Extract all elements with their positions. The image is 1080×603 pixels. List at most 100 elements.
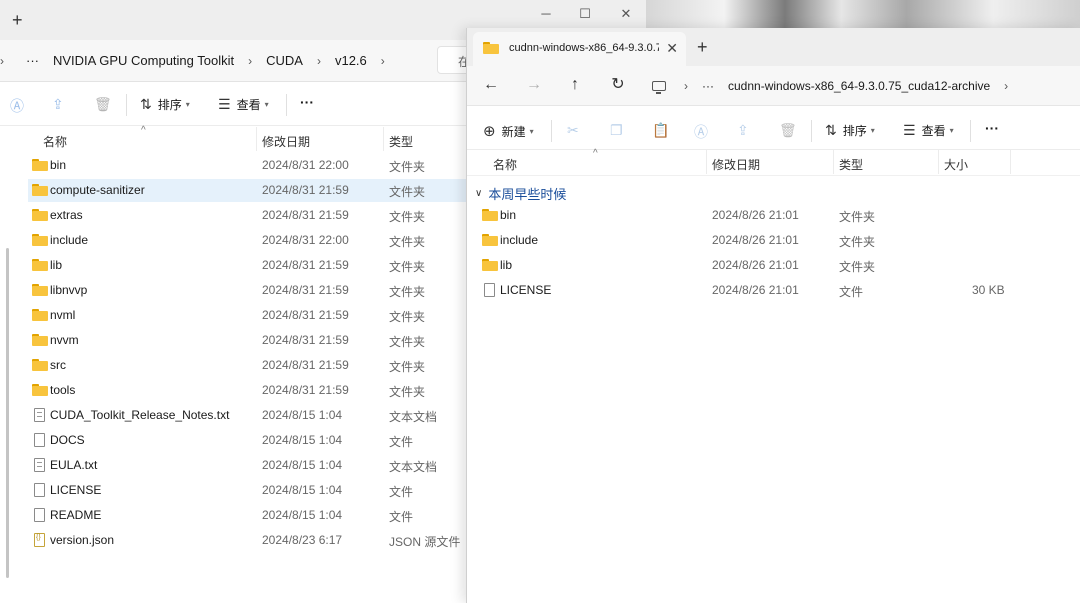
more-options-button[interactable]: ··· <box>300 94 314 110</box>
up-arrow-icon[interactable]: ↑ <box>564 75 586 95</box>
column-type[interactable]: 类型 <box>389 133 413 150</box>
json-file-icon <box>34 533 45 547</box>
column-name[interactable]: 名称 <box>43 133 67 150</box>
file-name: bin <box>500 208 517 222</box>
file-row[interactable]: nvml 2024/8/31 21:59 文件夹 <box>0 304 466 327</box>
file-row[interactable]: extras 2024/8/31 21:59 文件夹 <box>0 204 466 227</box>
file-row[interactable]: DOCS 2024/8/15 1:04 文件 <box>0 429 466 452</box>
file-type: JSON 源文件 <box>389 535 461 549</box>
text-file-icon <box>34 408 45 422</box>
toolbar-divider <box>126 94 127 116</box>
file-row[interactable]: bin 2024/8/26 21:01 文件夹 <box>467 204 1080 227</box>
file-row[interactable]: CUDA_Toolkit_Release_Notes.txt 2024/8/15… <box>0 404 466 427</box>
minimize-button[interactable]: ─ <box>535 6 557 22</box>
close-icon[interactable]: ✕ <box>666 40 678 57</box>
file-row[interactable]: src 2024/8/31 21:59 文件夹 <box>0 354 466 377</box>
back-arrow-icon[interactable]: ← <box>480 75 502 95</box>
breadcrumb-v12-6[interactable]: v12.6 <box>335 53 367 68</box>
file-row[interactable]: LICENSE 2024/8/26 21:01 文件 30 KB <box>467 279 1080 302</box>
breadcrumb-nvidia-toolkit[interactable]: NVIDIA GPU Computing Toolkit <box>53 53 234 68</box>
file-modified: 2024/8/15 1:04 <box>262 508 343 522</box>
group-label: 本周早些时候 <box>488 187 567 202</box>
sort-icon: ⇅ <box>825 122 837 138</box>
back-new-tab-button[interactable]: + <box>12 11 23 29</box>
column-type[interactable]: 类型 <box>839 156 863 173</box>
new-button[interactable]: ⊕ 新建 ▾ <box>483 122 534 140</box>
file-row[interactable]: lib 2024/8/26 21:01 文件夹 <box>467 254 1080 277</box>
front-address-bar[interactable]: › ··· cudnn-windows-x86_64-9.3.0.75_cuda… <box>652 71 1072 101</box>
close-window-button[interactable]: ✕ <box>615 6 637 22</box>
file-row[interactable]: README 2024/8/15 1:04 文件 <box>0 504 466 527</box>
chevron-right-icon[interactable]: › <box>248 54 252 68</box>
breadcrumb-overflow[interactable]: ··· <box>26 53 39 68</box>
front-explorer-window: cudnn-windows-x86_64-9.3.0.7 ✕ + ← → ↑ ↻… <box>466 28 1080 603</box>
file-icon <box>484 283 495 297</box>
view-button[interactable]: ☰ 查看 ▾ <box>903 122 954 139</box>
file-modified: 2024/8/31 21:59 <box>262 283 349 297</box>
chevron-right-icon[interactable]: › <box>381 54 385 68</box>
breadcrumb-overflow[interactable]: ··· <box>702 79 714 93</box>
rename-icon[interactable]: Ⓐ <box>10 96 30 116</box>
group-header[interactable]: ∨ 本周早些时候 <box>475 184 566 203</box>
file-row[interactable]: tools 2024/8/31 21:59 文件夹 <box>0 379 466 402</box>
file-row[interactable]: include 2024/8/26 21:01 文件夹 <box>467 229 1080 252</box>
column-modified[interactable]: 修改日期 <box>262 133 310 150</box>
rename-icon[interactable]: Ⓐ <box>694 122 714 142</box>
file-type: 文件夹 <box>389 210 426 224</box>
share-icon[interactable]: ⇪ <box>52 96 70 113</box>
folder-icon <box>32 209 48 221</box>
tab-cudnn[interactable]: cudnn-windows-x86_64-9.3.0.7 ✕ <box>473 32 686 66</box>
column-modified[interactable]: 修改日期 <box>712 156 760 173</box>
maximize-button[interactable]: ☐ <box>574 6 596 22</box>
more-options-button[interactable]: ··· <box>985 120 999 136</box>
file-type: 文件 <box>389 510 414 524</box>
this-pc-icon[interactable] <box>652 81 666 94</box>
folder-icon <box>32 334 48 346</box>
column-name[interactable]: 名称 <box>493 156 517 173</box>
chevron-right-icon[interactable]: › <box>1004 79 1008 93</box>
file-row[interactable]: EULA.txt 2024/8/15 1:04 文本文档 <box>0 454 466 477</box>
file-row[interactable]: libnvvp 2024/8/31 21:59 文件夹 <box>0 279 466 302</box>
chevron-right-icon[interactable]: › <box>684 79 688 93</box>
file-row[interactable]: bin 2024/8/31 22:00 文件夹 <box>0 154 466 177</box>
refresh-icon[interactable]: ↻ <box>607 75 629 95</box>
file-row[interactable]: include 2024/8/31 22:00 文件夹 <box>0 229 466 252</box>
chevron-down-icon: ▾ <box>870 126 875 135</box>
file-name: CUDA_Toolkit_Release_Notes.txt <box>50 408 230 422</box>
file-row[interactable]: LICENSE 2024/8/15 1:04 文件 <box>0 479 466 502</box>
file-name: include <box>500 233 539 247</box>
chevron-right-icon[interactable]: › <box>317 54 321 68</box>
file-type: 文件夹 <box>389 285 426 299</box>
folder-icon <box>482 209 498 221</box>
view-button[interactable]: ☰ 查看 ▾ <box>218 96 269 113</box>
file-row[interactable]: version.json 2024/8/23 6:17 JSON 源文件 <box>0 529 466 552</box>
chevron-down-icon: ▾ <box>949 126 954 135</box>
forward-arrow-icon[interactable]: → <box>523 75 545 95</box>
cut-icon[interactable]: ✂ <box>567 122 585 139</box>
sort-button[interactable]: ⇅ 排序 ▾ <box>140 96 190 113</box>
tab-title: cudnn-windows-x86_64-9.3.0.7 <box>509 42 659 54</box>
file-icon <box>34 433 45 447</box>
file-row[interactable]: nvvm 2024/8/31 21:59 文件夹 <box>0 329 466 352</box>
file-name: EULA.txt <box>50 458 98 472</box>
sort-button[interactable]: ⇅ 排序 ▾ <box>825 122 875 139</box>
delete-icon[interactable]: 🗑 <box>779 122 803 139</box>
paste-icon[interactable]: 📋 <box>652 122 675 139</box>
folder-icon <box>32 384 48 396</box>
file-type: 文件夹 <box>389 335 426 349</box>
toolbar-divider <box>970 120 971 142</box>
file-row[interactable]: lib 2024/8/31 21:59 文件夹 <box>0 254 466 277</box>
breadcrumb-cuda[interactable]: CUDA <box>266 53 303 68</box>
file-type: 文件 <box>389 485 414 499</box>
file-name: libnvvp <box>50 283 88 297</box>
breadcrumb-cudnn-archive[interactable]: cudnn-windows-x86_64-9.3.0.75_cuda12-arc… <box>728 79 990 93</box>
plus-circle-icon: ⊕ <box>483 123 496 140</box>
column-size[interactable]: 大小 <box>944 156 968 173</box>
new-tab-button[interactable]: + <box>697 38 708 56</box>
view-label: 查看 <box>921 124 946 138</box>
share-icon[interactable]: ⇪ <box>737 122 755 139</box>
copy-icon[interactable]: ❐ <box>610 122 629 139</box>
folder-icon <box>483 42 499 54</box>
file-row-selected[interactable]: compute-sanitizer 2024/8/31 21:59 文件夹 <box>28 179 466 202</box>
delete-icon[interactable]: 🗑 <box>94 96 118 113</box>
